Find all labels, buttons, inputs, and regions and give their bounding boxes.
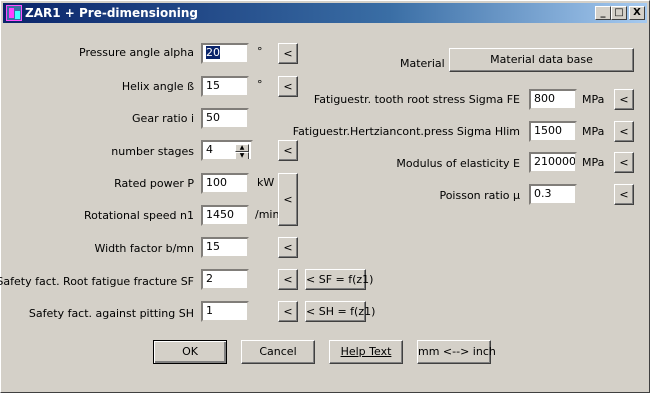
helix-angle-unit: ° <box>257 78 263 91</box>
modulus-input[interactable]: 210000 <box>529 152 577 173</box>
modulus-unit: MPa <box>582 156 605 169</box>
rotational-speed-label: Rotational speed n1 <box>84 209 194 222</box>
helix-angle-label: Helix angle ß <box>121 80 194 93</box>
sf-formula-button[interactable]: < SF = f(z1) <box>305 269 373 290</box>
safety-sf-reset-button[interactable]: < <box>278 269 298 290</box>
poisson-reset-button[interactable]: < <box>614 184 634 205</box>
sigma-hlim-unit: MPa <box>582 125 605 138</box>
modulus-reset-button[interactable]: < <box>614 152 634 173</box>
helix-angle-input[interactable]: 15 <box>201 76 249 97</box>
sh-formula-button[interactable]: < SH = f(z1) <box>305 301 375 322</box>
number-stages-label: number stages <box>111 145 194 158</box>
stepper-down-icon[interactable]: ▼ <box>235 152 249 159</box>
material-database-button[interactable]: Material data base <box>449 48 634 72</box>
width-factor-reset-button[interactable]: < <box>278 237 298 258</box>
power-speed-reset-button[interactable]: < <box>278 173 298 226</box>
title-bar[interactable]: ZAR1 + Pre-dimensioning _ □ X <box>3 3 647 23</box>
safety-sh-label: Safety fact. against pitting SH <box>28 307 194 320</box>
minimize-button[interactable]: _ <box>595 6 611 20</box>
width-factor-input[interactable]: 15 <box>201 237 249 258</box>
safety-sh-input[interactable]: 1 <box>201 301 249 322</box>
pressure-angle-unit: ° <box>257 45 263 58</box>
pressure-angle-label: Pressure angle alpha <box>79 46 194 59</box>
gear-ratio-label: Gear ratio i <box>132 112 194 125</box>
dialog-window: ZAR1 + Pre-dimensioning _ □ X Pressure a… <box>0 0 650 393</box>
sigma-fe-unit: MPa <box>582 93 605 106</box>
close-button[interactable]: X <box>629 6 645 20</box>
app-icon <box>6 5 22 21</box>
helix-angle-reset-button[interactable]: < <box>278 76 298 97</box>
rated-power-input[interactable]: 100 <box>201 173 249 194</box>
rated-power-label: Rated power P <box>114 177 194 190</box>
cancel-button[interactable]: Cancel <box>241 340 315 364</box>
poisson-label: Poisson ratio µ <box>439 189 520 202</box>
sigma-fe-input[interactable]: 800 <box>529 89 577 110</box>
sigma-hlim-reset-button[interactable]: < <box>614 121 634 142</box>
gear-ratio-input[interactable]: 50 <box>201 108 249 129</box>
window-title: ZAR1 + Pre-dimensioning <box>25 6 198 20</box>
poisson-input[interactable]: 0.3 <box>529 184 577 205</box>
number-stages-reset-button[interactable]: < <box>278 140 298 161</box>
rotational-speed-unit: /min <box>255 208 280 221</box>
safety-sf-input[interactable]: 2 <box>201 269 249 290</box>
ok-button[interactable]: OK <box>153 340 227 364</box>
sigma-fe-reset-button[interactable]: < <box>614 89 634 110</box>
pressure-angle-input[interactable]: 20 <box>201 43 249 64</box>
rotational-speed-input[interactable]: 1450 <box>201 205 249 226</box>
material-label: Material <box>400 57 445 70</box>
safety-sf-label: Safety fact. Root fatigue fracture SF <box>0 275 194 288</box>
sigma-hlim-input[interactable]: 1500 <box>529 121 577 142</box>
pressure-angle-reset-button[interactable]: < <box>278 43 298 64</box>
unit-toggle-button[interactable]: mm <--> inch <box>417 340 496 364</box>
sigma-fe-label: Fatiguestr. tooth root stress Sigma FE <box>313 93 520 106</box>
sigma-hlim-label: Fatiguestr.Hertziancont.press Sigma Hlim <box>292 125 520 138</box>
safety-sh-reset-button[interactable]: < <box>278 301 298 322</box>
stepper-arrows[interactable]: ▲ ▼ <box>235 144 249 159</box>
help-text-button[interactable]: Help Text <box>329 340 403 364</box>
rated-power-unit: kW <box>257 176 275 189</box>
maximize-button[interactable]: □ <box>611 6 627 20</box>
number-stages-value: 4 <box>206 143 213 156</box>
stepper-up-icon[interactable]: ▲ <box>235 144 249 152</box>
modulus-label: Modulus of elasticity E <box>396 157 520 170</box>
width-factor-label: Width factor b/mn <box>94 242 194 255</box>
number-stages-stepper[interactable]: 4 ▲ ▼ <box>201 140 253 161</box>
